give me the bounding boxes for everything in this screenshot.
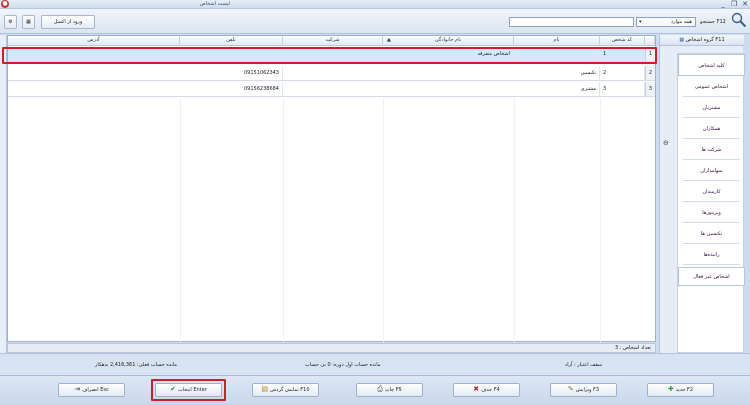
window-title: لیست اشخاص	[199, 1, 230, 7]
turnover-button-label: نمایش گردش F10	[270, 387, 310, 393]
cell-firstname: مشتری	[514, 82, 600, 96]
column-header-code[interactable]: کد شخص	[600, 36, 645, 46]
column-header-company[interactable]: شرکت	[283, 36, 383, 46]
balance-info-bar: سقف اعتبار : آزاد مانده حساب اول دوره: 0…	[0, 353, 750, 375]
cell-phone: 09151062343	[180, 66, 283, 80]
column-divider	[600, 98, 601, 342]
turnover-button[interactable]: ▤ نمایش گردش F10	[252, 383, 319, 397]
printer-icon: ⎙	[377, 385, 383, 393]
row-indicator-header	[645, 36, 655, 46]
search-scope-select[interactable]: ▾ همه موارد	[636, 17, 696, 27]
column-header-lastname[interactable]: ▲ نام خانوادگی	[383, 36, 514, 46]
group-item-companies[interactable]: شرکت ها	[683, 141, 740, 160]
search-input[interactable]	[509, 17, 634, 27]
sort-asc-icon: ▲	[387, 37, 391, 43]
restore-button[interactable]: ❐	[729, 0, 739, 8]
edit-button-label: ویرایش F3	[575, 387, 600, 393]
group-item-shareholders[interactable]: سهامداران	[683, 162, 740, 181]
edit-button[interactable]: ✎ ویرایش F3	[550, 383, 617, 397]
table-row[interactable]: 09151062343 تکنسین 2 2	[8, 66, 655, 81]
settings-icon[interactable]: ⚙	[4, 15, 17, 29]
column-divider	[283, 98, 284, 342]
current-balance: مانده حساب فعلی: 2,416,361 بدهکار	[95, 362, 178, 368]
pencil-icon: ✎	[567, 385, 574, 393]
group-panel: ▦ گروه اشخاص F11 ⊖ کلیه اشخاص اشخاص عموم…	[659, 35, 745, 353]
select-button-highlight	[151, 379, 226, 401]
group-panel-header[interactable]: ▦ گروه اشخاص F11	[660, 35, 744, 46]
group-item-technicians[interactable]: تکنسین ها	[683, 225, 740, 244]
column-divider	[514, 98, 515, 342]
group-item-customers[interactable]: مشتریان	[683, 99, 740, 118]
group-item-drivers[interactable]: راننده‌ها	[683, 246, 740, 265]
delete-button[interactable]: ✖ حذف F4	[453, 383, 520, 397]
credit-ceiling: سقف اعتبار : آزاد	[565, 362, 603, 368]
grid-footer: تعداد اشخاص : 3	[7, 343, 656, 353]
group-item-all[interactable]: کلیه اشخاص	[678, 54, 745, 76]
new-button-label: جدید F2	[675, 387, 694, 393]
excel-import-button[interactable]: ورود از اکسل	[41, 15, 95, 29]
excel-import-label: ورود از اکسل	[53, 19, 83, 25]
row-number: 3	[645, 82, 655, 96]
opening-balance: مانده حساب اول دوره: 0 بی حساب	[305, 362, 381, 368]
cancel-button[interactable]: ⇥ انصراف Esc	[58, 383, 125, 397]
column-header-firstname[interactable]: نام	[514, 36, 600, 46]
vertical-scrollbar[interactable]	[0, 35, 7, 353]
group-item-colleagues[interactable]: همکاران	[683, 120, 740, 139]
collapse-panel-icon[interactable]: ⊖	[663, 139, 672, 148]
search-label: جستجو F12	[700, 19, 726, 25]
minimize-button[interactable]: _	[718, 0, 728, 8]
group-item-visitors[interactable]: ویزیتورها	[683, 204, 740, 223]
cell-code: 3	[600, 82, 645, 96]
group-item-employees[interactable]: کارمندان	[683, 183, 740, 202]
chevron-down-icon: ▾	[639, 19, 642, 25]
column-header-lastname-label: نام خانوادگی	[434, 37, 462, 43]
excel-export-icon[interactable]: ▦	[22, 15, 35, 29]
new-button[interactable]: ✚ جدید F2	[647, 383, 714, 397]
column-header-address[interactable]: آدرس	[8, 36, 180, 46]
print-button-label: چاپ F5	[384, 387, 402, 393]
group-panel-title: گروه اشخاص F11	[685, 37, 725, 43]
action-bar: ✚ جدید F2 ✎ ویرایش F3 ✖ حذف F4 ⎙ چاپ F5 ▤ نما…	[0, 375, 750, 405]
persons-grid: آدرس تلفن شرکت ▲ نام خانوادگی نام کد شخص…	[2, 35, 657, 342]
cancel-button-label: انصراف Esc	[82, 387, 109, 393]
row-number: 2	[645, 66, 655, 80]
column-header-phone[interactable]: تلفن	[180, 36, 283, 46]
title-bar: ● لیست اشخاص _ ❐ ✕	[0, 0, 750, 9]
search-scope-value: همه موارد	[670, 19, 692, 25]
column-divider	[180, 98, 181, 342]
delete-button-label: حذف F4	[481, 387, 500, 393]
search-icon[interactable]	[731, 12, 747, 28]
toolbar: ⚙ ▦ ورود از اکسل ▾ همه موارد جستجو F12	[0, 9, 750, 34]
group-item-general[interactable]: اشخاص عمومی	[683, 78, 740, 97]
app-logo-icon: ●	[1, 0, 9, 8]
delete-x-icon: ✖	[473, 385, 480, 393]
table-row[interactable]: 09156238684 مشتری 3 3	[8, 82, 655, 97]
record-count: تعداد اشخاص : 3	[614, 345, 651, 351]
ledger-icon: ▤	[261, 385, 269, 393]
plus-icon: ✚	[667, 385, 674, 393]
cell-code: 2	[600, 66, 645, 80]
exit-icon: ⇥	[74, 385, 81, 393]
group-item-inactive[interactable]: اشخاص غیر فعال	[678, 267, 745, 286]
print-button[interactable]: ⎙ چاپ F5	[356, 383, 423, 397]
column-divider	[383, 98, 384, 342]
cell-phone: 09156238684	[180, 82, 283, 96]
selected-row-highlight	[2, 47, 657, 64]
cell-firstname: تکنسین	[514, 66, 600, 80]
close-button[interactable]: ✕	[740, 0, 750, 8]
group-list: کلیه اشخاص اشخاص عمومی مشتریان همکاران ش…	[677, 53, 745, 353]
